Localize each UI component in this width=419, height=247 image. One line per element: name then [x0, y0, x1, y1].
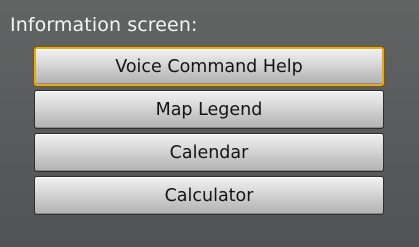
map-legend-button[interactable]: Map Legend [34, 90, 384, 129]
information-menu: Voice Command Help Map Legend Calendar C… [34, 47, 384, 215]
voice-command-help-button[interactable]: Voice Command Help [34, 47, 384, 86]
information-screen: Information screen: Voice Command Help M… [0, 0, 419, 247]
calculator-button[interactable]: Calculator [34, 176, 384, 215]
screen-title: Information screen: [10, 14, 198, 36]
calendar-button[interactable]: Calendar [34, 133, 384, 172]
